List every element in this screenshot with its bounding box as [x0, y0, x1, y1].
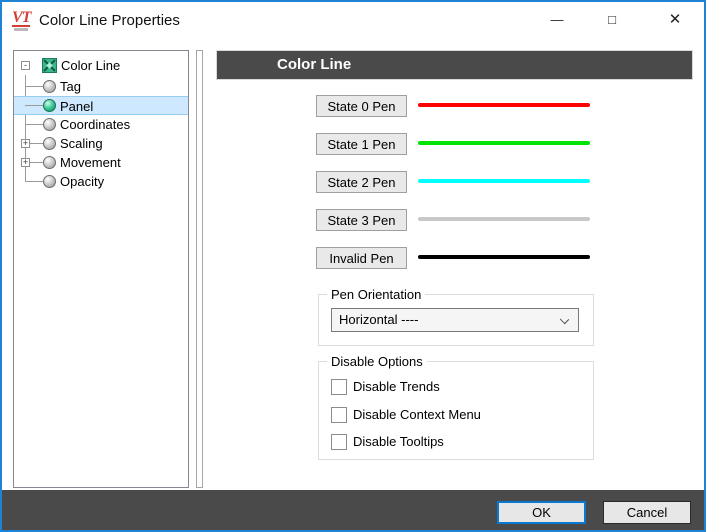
state-2-pen-button[interactable]: State 2 Pen: [316, 171, 407, 193]
disable-options-label: Disable Options: [327, 354, 427, 369]
disable-context-menu-label: Disable Context Menu: [353, 407, 481, 422]
tree-node-label: Color Line: [61, 56, 120, 75]
state-1-pen-button[interactable]: State 1 Pen: [316, 133, 407, 155]
vt-logo-icon: VT: [12, 9, 36, 31]
tree-connector: [25, 124, 43, 125]
tree-node-coordinates[interactable]: Coordinates: [14, 115, 188, 134]
pen-orientation-group: Pen Orientation Horizontal ----: [318, 294, 594, 346]
state-0-pen-button[interactable]: State 0 Pen: [316, 95, 407, 117]
disable-tooltips-row: Disable Tooltips: [331, 433, 444, 450]
invalid-pen-line: [418, 255, 590, 259]
pen-orientation-value: Horizontal ----: [339, 312, 418, 327]
tree-node-color-line[interactable]: - Color Line: [14, 56, 188, 75]
tree-node-label: Movement: [60, 153, 121, 172]
tree-connector: [25, 86, 43, 87]
green-sphere-icon: [43, 99, 56, 112]
state-1-pen-line: [418, 141, 590, 145]
window-title: Color Line Properties: [39, 12, 180, 29]
tree-node-label: Tag: [60, 77, 81, 96]
disable-trends-label: Disable Trends: [353, 379, 440, 394]
color-line-node-icon: [42, 58, 57, 73]
tree-node-tag[interactable]: Tag: [14, 77, 188, 96]
gray-sphere-icon: [43, 118, 56, 131]
color-line-properties-dialog: VT Color Line Properties — □ ✕ - Color L…: [0, 0, 706, 532]
minimize-icon: —: [551, 12, 564, 27]
invalid-pen-button[interactable]: Invalid Pen: [316, 247, 407, 269]
tree-connector: [25, 105, 43, 106]
cancel-button[interactable]: Cancel: [603, 501, 691, 524]
vt-logo-text: VT: [12, 10, 30, 27]
tree-node-label: Scaling: [60, 134, 103, 153]
tree-node-scaling[interactable]: + Scaling: [14, 134, 188, 153]
close-button[interactable]: ✕: [650, 2, 700, 36]
collapse-expander-icon[interactable]: -: [21, 61, 30, 70]
disable-tooltips-label: Disable Tooltips: [353, 434, 444, 449]
tree-node-opacity[interactable]: Opacity: [14, 172, 188, 191]
ok-button[interactable]: OK: [497, 501, 586, 524]
disable-tooltips-checkbox[interactable]: [331, 434, 347, 450]
state-0-pen-line: [418, 103, 590, 107]
pen-orientation-select[interactable]: Horizontal ----: [331, 308, 579, 332]
expand-expander-icon[interactable]: +: [21, 139, 30, 148]
disable-options-group: Disable Options Disable Trends Disable C…: [318, 361, 594, 460]
vt-logo-underline: [14, 28, 28, 31]
footer-bar: OK Cancel: [2, 490, 704, 530]
panel-header: Color Line: [216, 50, 693, 80]
gray-sphere-icon: [43, 175, 56, 188]
tree-node-label: Opacity: [60, 172, 104, 191]
chevron-down-icon: [560, 315, 569, 324]
disable-trends-checkbox[interactable]: [331, 379, 347, 395]
tree-connector: [25, 181, 43, 182]
maximize-button[interactable]: □: [587, 2, 637, 36]
title-bar: VT Color Line Properties — □ ✕: [2, 2, 704, 40]
disable-trends-row: Disable Trends: [331, 378, 440, 395]
state-3-pen-button[interactable]: State 3 Pen: [316, 209, 407, 231]
tree-panel-splitter[interactable]: [196, 50, 203, 488]
gray-sphere-icon: [43, 80, 56, 93]
tree-node-panel[interactable]: Panel: [14, 96, 188, 115]
minimize-button[interactable]: —: [532, 2, 582, 36]
state-3-pen-line: [418, 217, 590, 221]
disable-context-menu-checkbox[interactable]: [331, 407, 347, 423]
maximize-icon: □: [608, 12, 616, 27]
tree-node-label: Coordinates: [60, 115, 130, 134]
close-icon: ✕: [669, 10, 682, 28]
tree-node-movement[interactable]: + Movement: [14, 153, 188, 172]
properties-tree: - Color Line Tag Panel Coordinates: [13, 50, 189, 488]
pen-orientation-label: Pen Orientation: [327, 287, 425, 302]
state-2-pen-line: [418, 179, 590, 183]
disable-context-menu-row: Disable Context Menu: [331, 406, 481, 423]
gray-sphere-icon: [43, 156, 56, 169]
expand-expander-icon[interactable]: +: [21, 158, 30, 167]
tree-node-label: Panel: [60, 97, 93, 116]
gray-sphere-icon: [43, 137, 56, 150]
